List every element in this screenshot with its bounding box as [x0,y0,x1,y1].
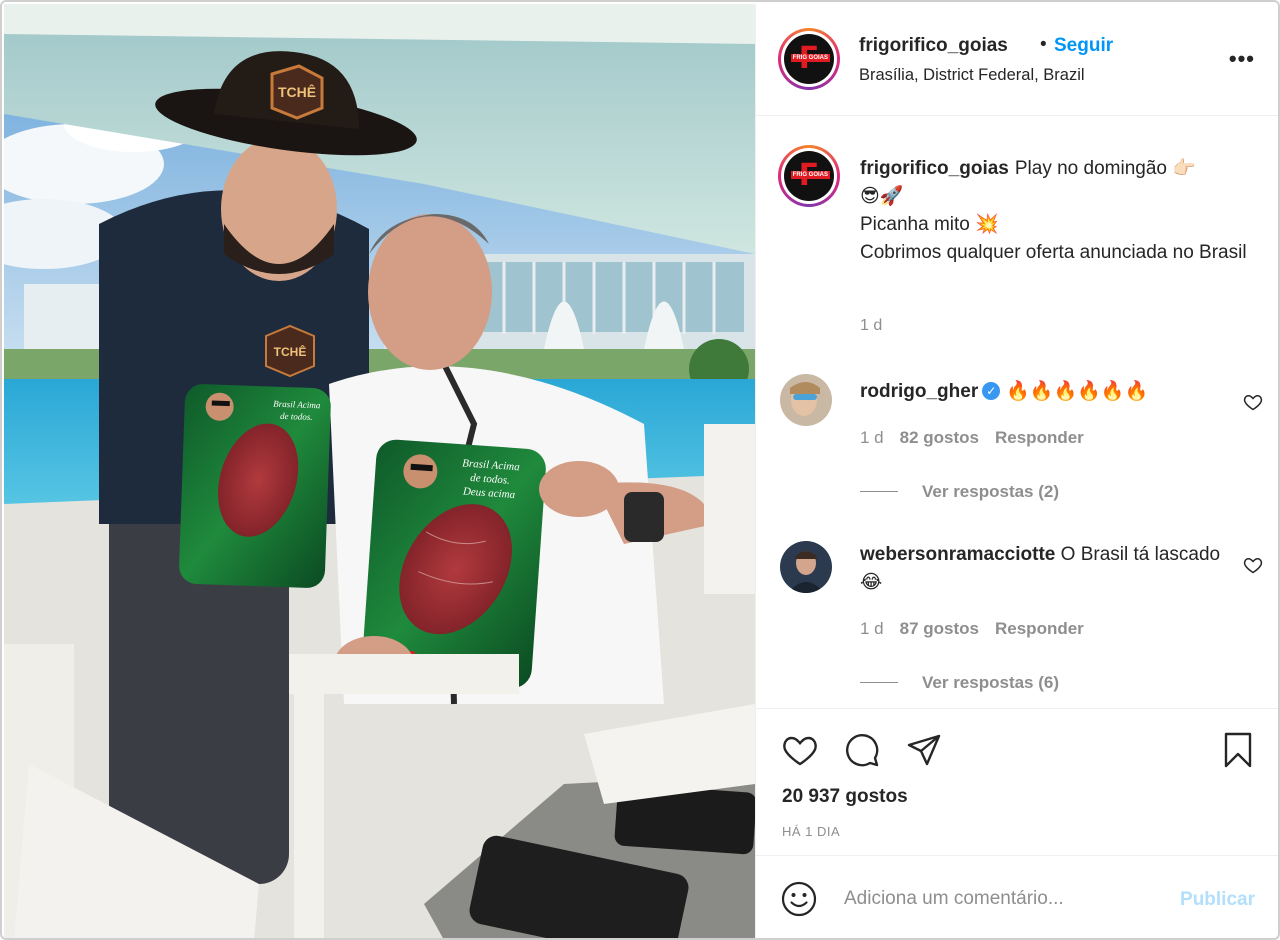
comment-likes[interactable]: 87 gostos [900,619,979,638]
view-replies-button[interactable]: Ver respostas (6) [860,673,1059,693]
comment-bubble-icon[interactable] [842,730,882,770]
comment-likes[interactable]: 82 gostos [900,428,979,447]
replies-divider [860,491,898,492]
caption-line-1: Play no domingão 👉🏻 [1014,158,1196,179]
caption-line-4: Cobrimos qualquer oferta anunciada no Br… [860,242,1247,263]
comment-like-icon[interactable] [1243,392,1263,412]
svg-text:de todos.: de todos. [280,411,313,422]
caption-text: frigorifico_goias Play no domingão 👉🏻 😎🚀 … [860,155,1260,267]
share-paper-plane-icon[interactable] [904,730,944,770]
comment-like-icon[interactable] [1243,555,1263,575]
likes-count[interactable]: 20 937 gostos [782,786,908,808]
comments-section[interactable]: F FRIG GOIAS frigorifico_goiasPlay no do… [756,117,1278,709]
publish-button[interactable]: Publicar [1180,889,1255,911]
author-username[interactable]: frigorifico_goias [859,35,1008,57]
instagram-post-modal: TCHÊ TCHÊ Brasil Acima de todos. Brasil … [0,0,1280,940]
post-location[interactable]: Brasília, District Federal, Brazil [859,66,1085,85]
caption-avatar[interactable]: F FRIG GOIAS [778,145,840,207]
comment-input[interactable] [844,883,1144,915]
view-replies-button[interactable]: Ver respostas (2) [860,482,1059,502]
post-photo-illustration: TCHÊ TCHÊ Brasil Acima de todos. Brasil … [4,4,755,938]
post-actions: 20 937 gostos HÁ 1 DIA [756,710,1278,856]
commenter-avatar[interactable] [780,374,832,426]
comment-time[interactable]: 1 d [860,428,884,447]
post-photo[interactable]: TCHÊ TCHÊ Brasil Acima de todos. Brasil … [4,4,755,938]
caption-time[interactable]: 1 d [860,317,882,335]
post-date[interactable]: HÁ 1 DIA [782,824,840,839]
emoji-smiley-icon[interactable] [780,880,818,918]
commenter-avatar[interactable] [780,541,832,593]
like-heart-icon[interactable] [780,730,820,770]
comment-username[interactable]: webersonramacciotte [860,544,1055,565]
shirt-badge-text: TCHÊ [274,344,307,359]
reply-button[interactable]: Responder [995,428,1084,447]
view-replies-label: Ver respostas (6) [922,673,1060,692]
comment-body: webersonramacciotte O Brasil tá lascado … [860,541,1230,597]
post-header: F FRIG GOIAS frigorifico_goias • Seguir … [756,4,1278,116]
comment-body: rodrigo_gher ✓ 🔥🔥🔥🔥🔥🔥 [860,378,1230,406]
more-options-icon[interactable]: ••• [1229,48,1255,70]
comment-meta: 1 d 87 gostos Responder [860,619,1100,639]
replies-divider [860,682,898,683]
view-replies-label: Ver respostas (2) [922,482,1060,501]
caption-username[interactable]: frigorifico_goias [860,158,1009,179]
comment-username[interactable]: rodrigo_gher [860,381,978,402]
caption-line-3: Picanha mito 💥 [860,214,999,235]
avatar-logo-tag: FRIG GOIAS [790,54,830,62]
avatar-logo-tag: FRIG GOIAS [790,171,830,179]
separator-dot: • [1040,34,1047,55]
author-avatar[interactable]: F FRIG GOIAS [778,28,840,90]
post-side-panel: F FRIG GOIAS frigorifico_goias • Seguir … [755,4,1278,938]
hat-badge-text: TCHÊ [278,83,316,100]
reply-button[interactable]: Responder [995,619,1084,638]
comment-meta: 1 d 82 gostos Responder [860,428,1100,448]
comment-time[interactable]: 1 d [860,619,884,638]
svg-text:Brasil Acima: Brasil Acima [273,399,321,411]
save-bookmark-icon[interactable] [1218,730,1258,770]
caption-line-2: 😎🚀 [860,186,904,207]
add-comment-bar: Publicar [756,857,1278,938]
verified-badge-icon: ✓ [982,382,1001,400]
comment-text: 🔥🔥🔥🔥🔥🔥 [1006,381,1149,402]
follow-button[interactable]: Seguir [1054,35,1113,57]
